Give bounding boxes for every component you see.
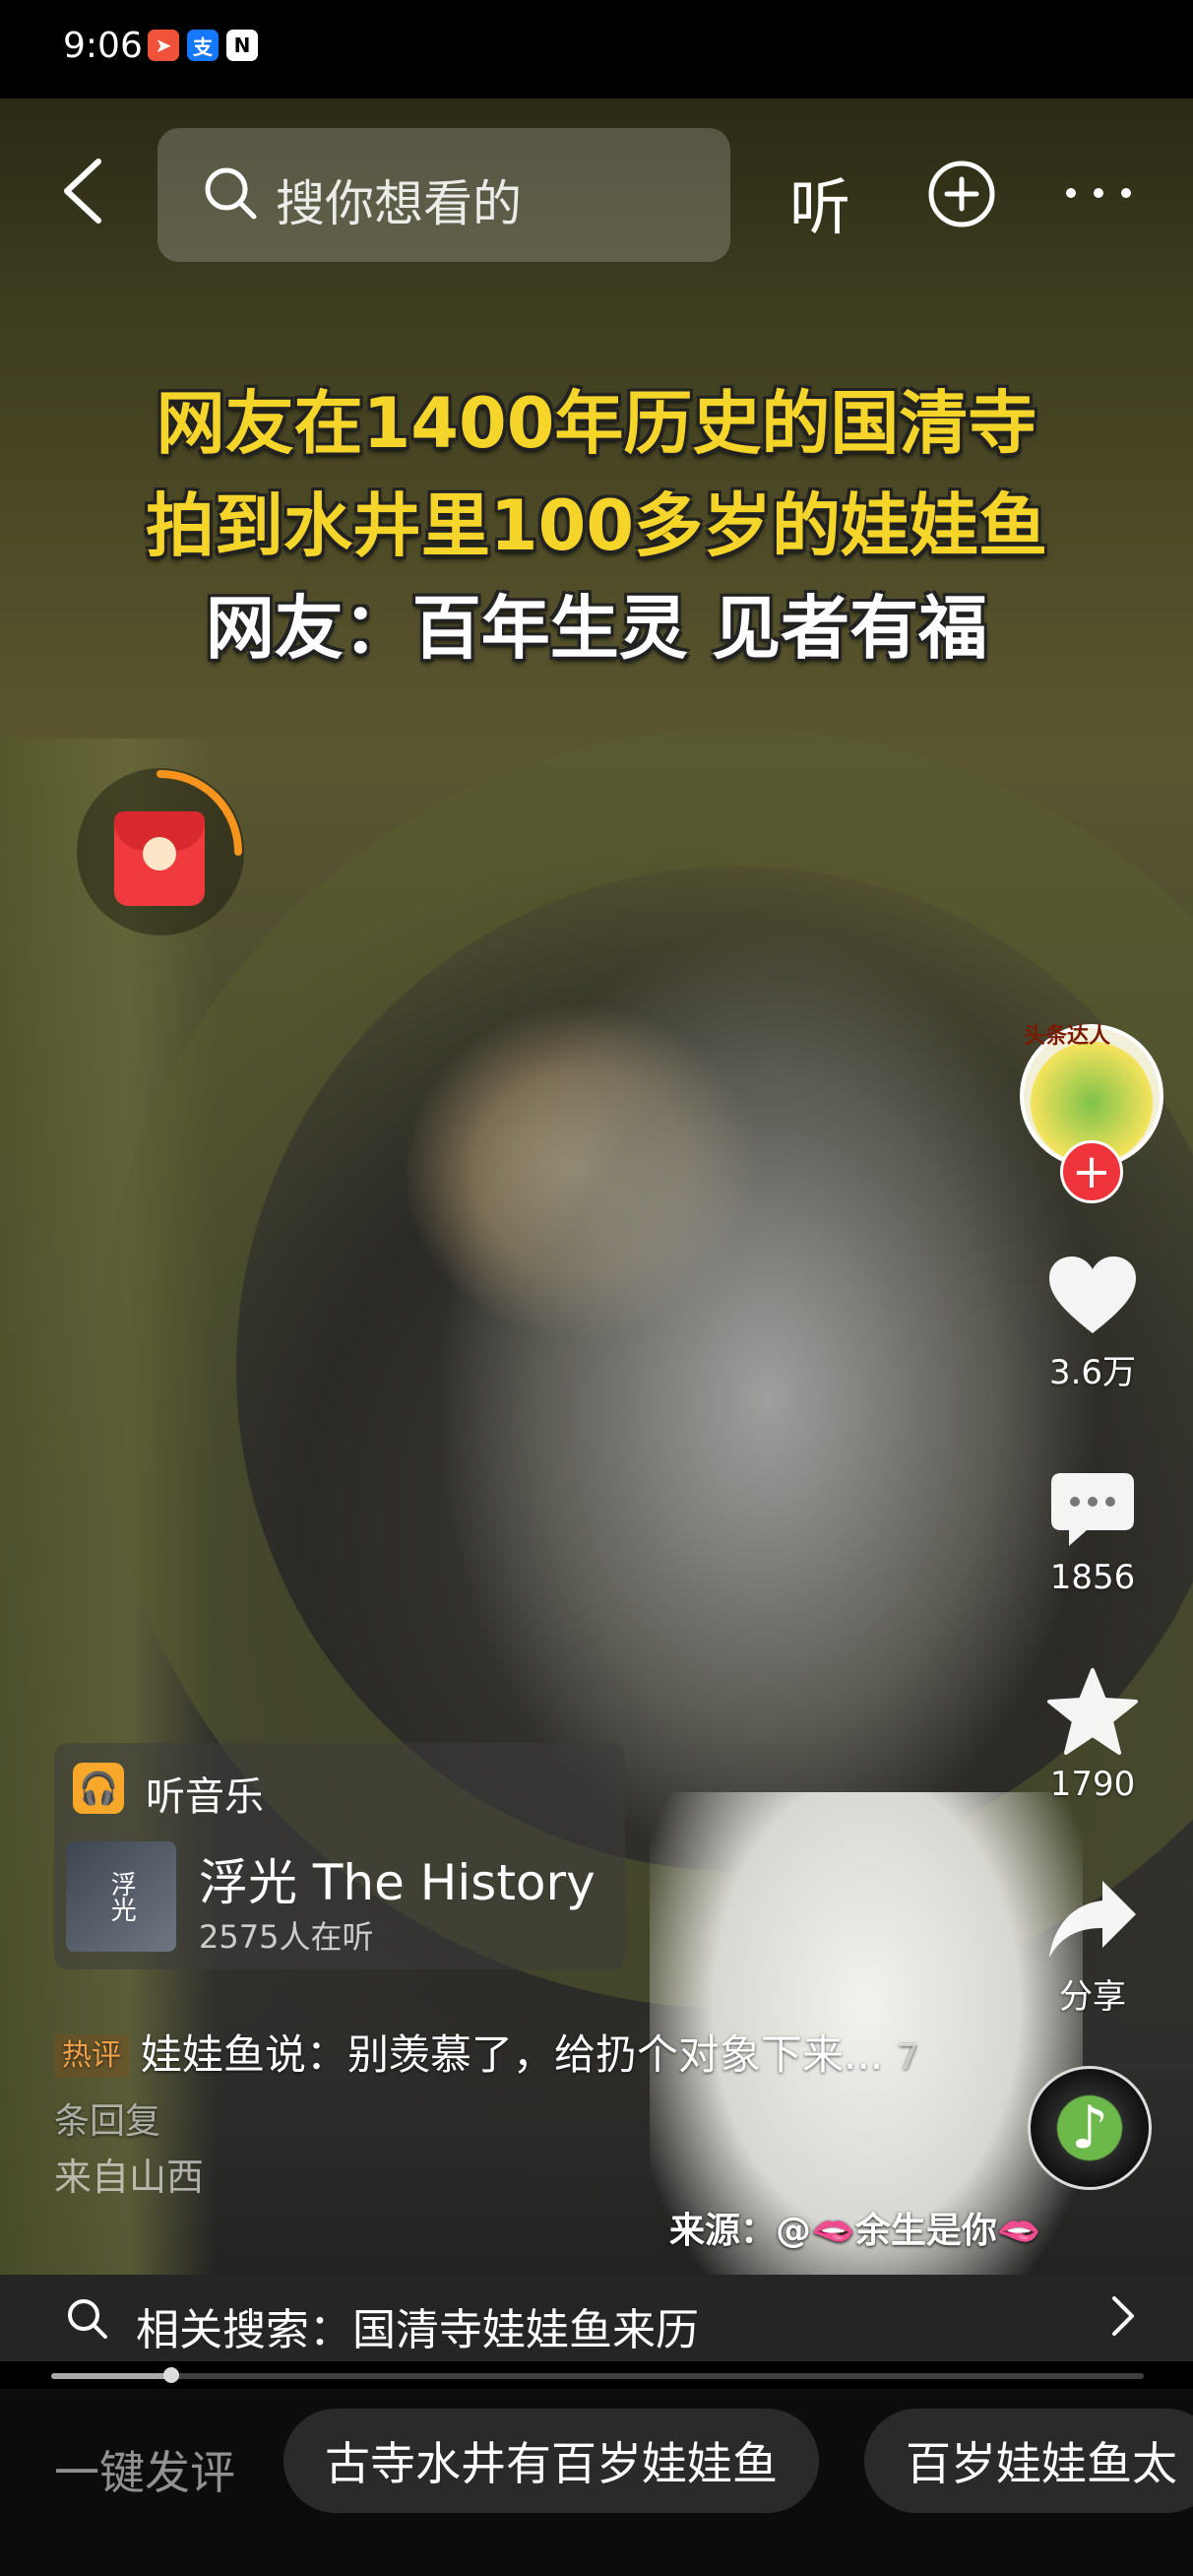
follow-button[interactable]: + [1060,1140,1123,1203]
quick-comment-chip[interactable]: 百岁娃娃鱼太 [864,2409,1193,2513]
chevron-right-icon [1112,2296,1134,2336]
hot-comment-tag: 热评 [54,2034,129,2078]
author-badge: 头条达人 [1024,1024,1111,1049]
music-header: 听音乐 [146,1774,264,1820]
album-cover: 浮光 [66,1841,176,1952]
listen-button[interactable]: 听 [789,158,850,246]
song-title: 浮光 The History [199,1854,596,1911]
headphones-icon: 🎧 [73,1763,124,1814]
share-label: 分享 [1059,1977,1126,2017]
search-icon [205,167,257,220]
comment-button[interactable]: 1856 [1036,1469,1150,1597]
comment-bubble-icon [1051,1473,1134,1546]
video-source: 来源：@🫦余生是你🫦 [669,2211,1041,2251]
music-disc-icon[interactable]: ♪ [1028,2066,1152,2190]
comment-location: 来自山西 [54,2156,205,2199]
related-search-text: 相关搜索：国清寺娃娃鱼来历 [136,2305,699,2355]
progress-fill [51,2373,171,2379]
progress-track[interactable] [51,2373,1144,2379]
status-time: 9:06 [63,26,143,66]
status-bar: 9:06 ➤ 支 N [0,0,1193,98]
favorite-count: 1790 [1049,1765,1136,1804]
hot-comment[interactable]: 热评 娃娃鱼说：别羡慕了，给扔个对象下来... 7条回复 [54,2025,940,2153]
comment-count: 1856 [1049,1558,1136,1597]
status-app-icons: ➤ 支 N [148,30,258,61]
quick-comment-chip[interactable]: 古寺水井有百岁娃娃鱼 [283,2409,819,2513]
share-arrow-icon [1049,1881,1136,1958]
album-cover-text: 浮光 [106,1871,137,1922]
back-arrow-icon[interactable] [59,156,106,226]
alipay-icon: 支 [187,30,219,61]
hot-comment-text: 娃娃鱼说：别羡慕了，给扔个对象下来... [141,2030,884,2079]
headline-line-2: 拍到水井里100多岁的娃娃鱼 [145,485,1048,566]
like-button[interactable]: 3.6万 [1036,1253,1150,1393]
headline-line-3: 网友：百年生灵 见者有福 [205,588,988,669]
heart-icon [1049,1256,1136,1333]
red-packet-seal [143,837,176,870]
related-search-icon [68,2299,107,2339]
headline-line-1: 网友在1400年历史的国清寺 [156,383,1037,464]
add-circle-icon[interactable] [927,160,996,228]
star-icon [1047,1668,1138,1755]
favorite-button[interactable]: 1790 [1036,1666,1150,1804]
nfc-icon: N [226,30,258,61]
video-headline: 网友在1400年历史的国清寺 拍到水井里100多岁的娃娃鱼 网友：百年生灵 见者… [0,389,1193,663]
more-options-icon[interactable] [1061,173,1136,213]
listener-count: 2575人在听 [199,1918,374,1956]
quick-comment-label[interactable]: 一键发评 [54,2437,235,2502]
progress-thumb[interactable] [163,2367,179,2383]
send-app-icon: ➤ [148,30,179,61]
like-count: 3.6万 [1048,1353,1137,1392]
search-placeholder: 搜你想看的 [276,175,522,232]
share-button[interactable]: 分享 [1036,1877,1150,2018]
